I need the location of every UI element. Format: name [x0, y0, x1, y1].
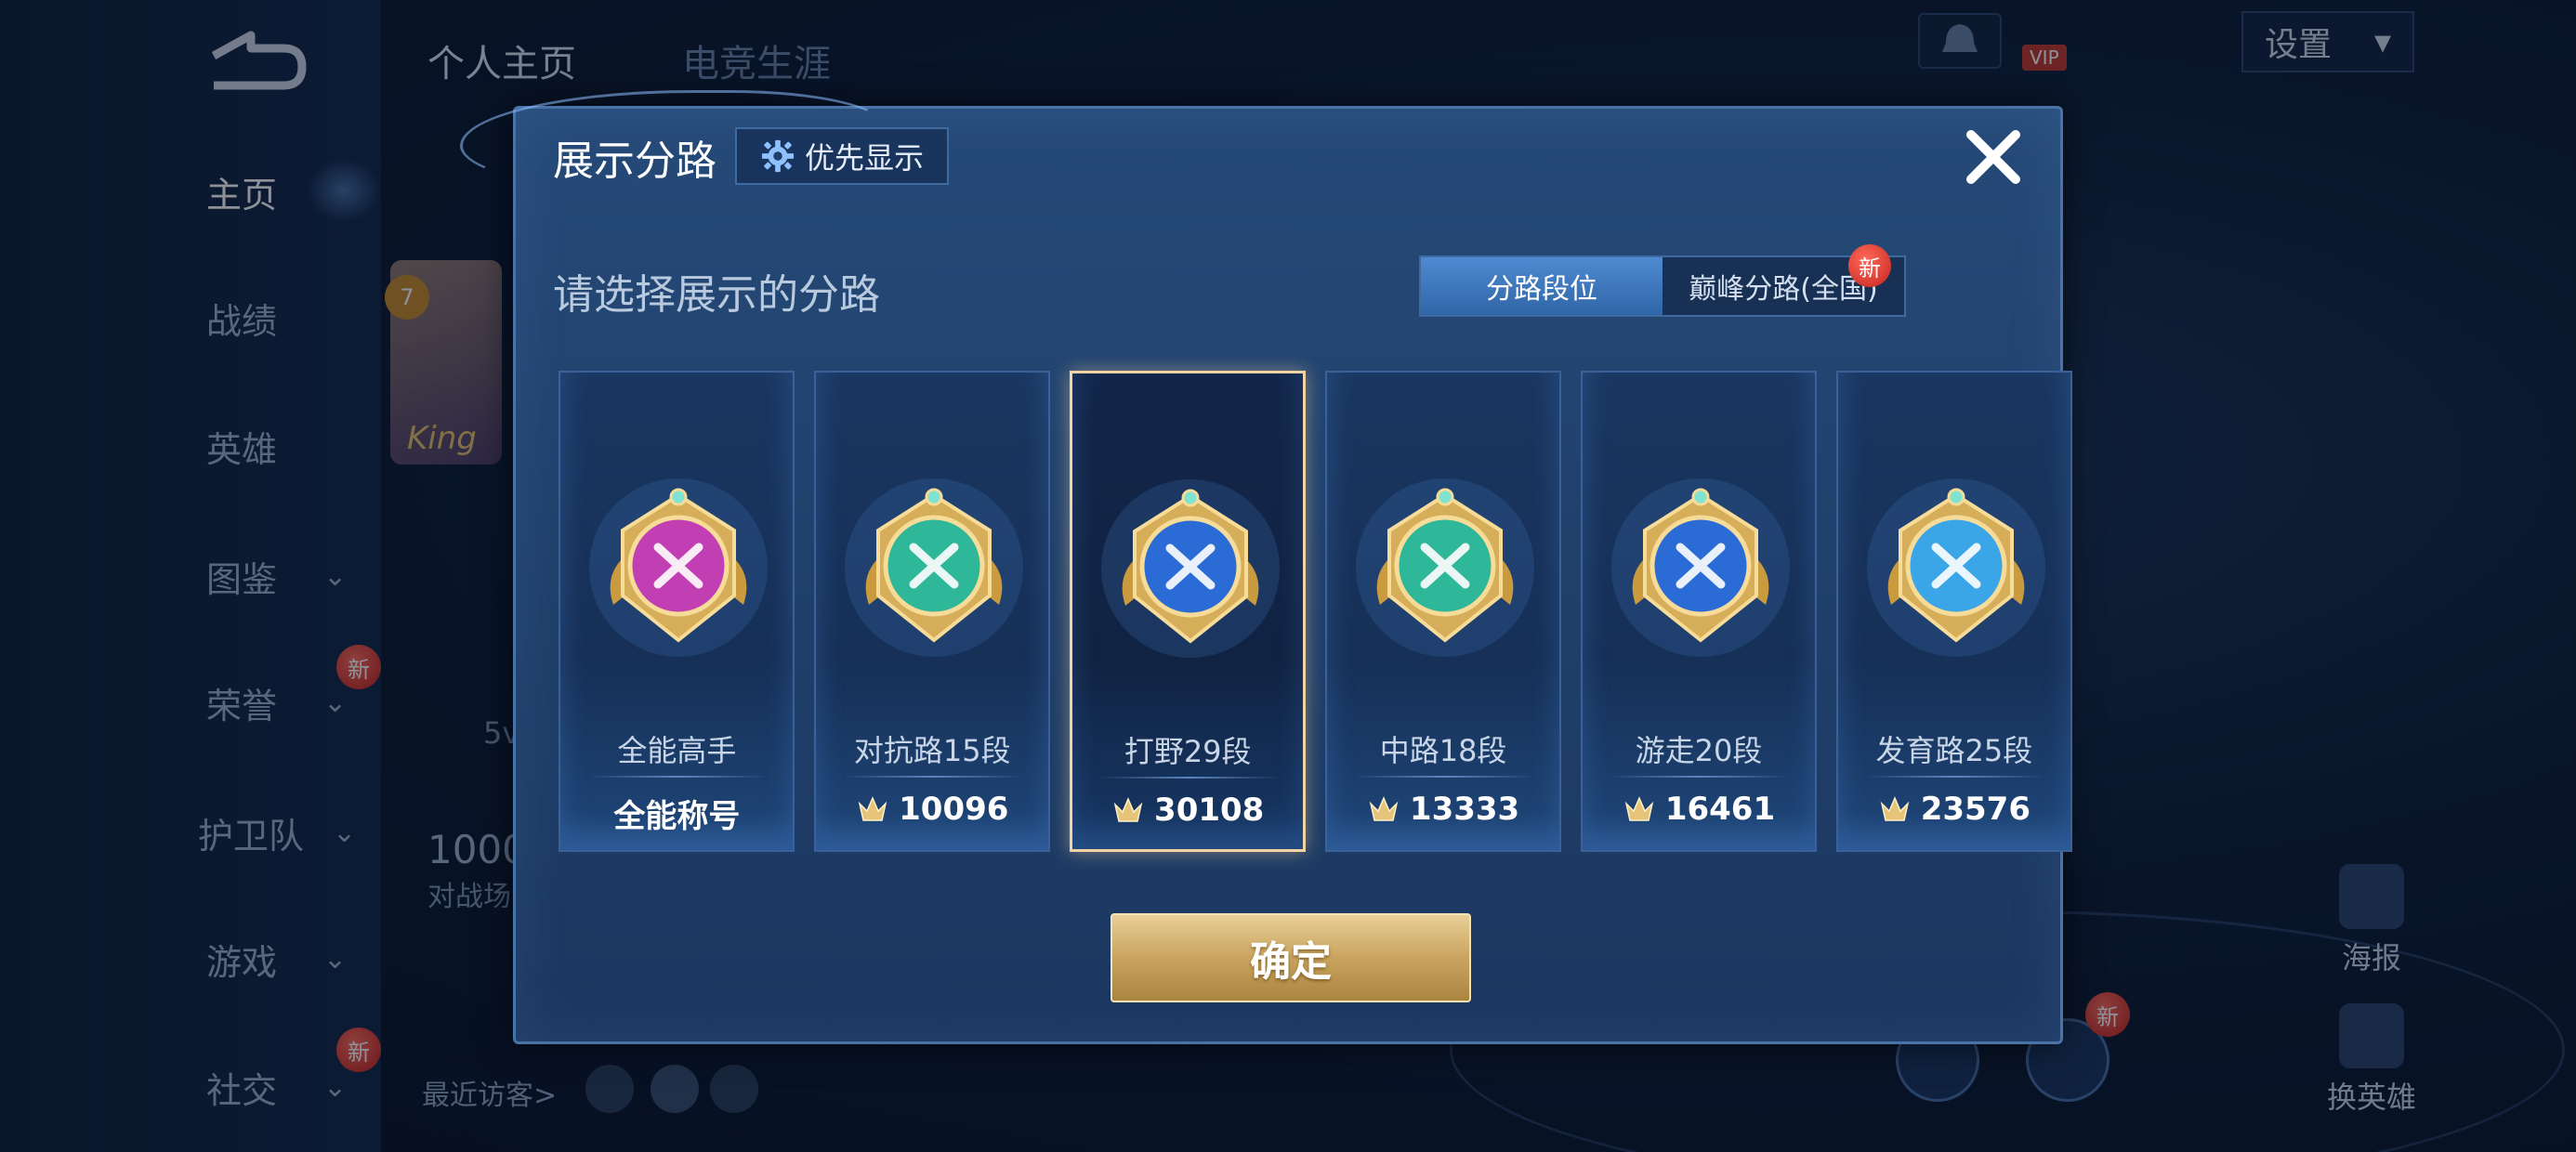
score-crown-icon: [1369, 796, 1399, 821]
divider: [1100, 777, 1280, 779]
lane-score: 23576: [1838, 791, 2070, 828]
rank-emblem-icon: [1356, 478, 1535, 657]
lane-rank-name: 对抗路15段: [853, 733, 1011, 768]
lane-score: 10096: [816, 791, 1048, 828]
lane-score: 30108: [1072, 792, 1303, 829]
rank-emblem-icon: [589, 478, 769, 657]
lane-score-value: 23576: [1920, 791, 2031, 828]
lane-rank-badge: [1097, 476, 1283, 661]
score-crown-icon: [1880, 796, 1909, 821]
lane-score-value: 13333: [1409, 791, 1520, 828]
lane-rank-badge: [1608, 475, 1794, 661]
lane-rank-name: 中路18段: [1379, 733, 1507, 768]
confirm-button[interactable]: 确定: [1111, 913, 1471, 1002]
lane-type-switch: 分路段位 巅峰分路(全国) 新: [1419, 244, 1906, 317]
lane-rank-name: 打野29段: [1124, 734, 1252, 769]
rank-emblem-icon: [1101, 479, 1281, 658]
lane-score: 全能称号: [560, 791, 793, 836]
score-crown-icon: [1624, 796, 1654, 821]
lane-score: 16461: [1583, 791, 1815, 828]
lane-score-value: 全能称号: [613, 798, 741, 835]
lane-rank-badge: [1352, 475, 1538, 661]
priority-display-label: 优先显示: [804, 140, 924, 176]
divider: [1865, 776, 2044, 778]
lane-score-value: 30108: [1154, 792, 1265, 829]
close-button[interactable]: [1956, 120, 2031, 194]
lane-card-mid-lane[interactable]: 中路18段 13333: [1325, 371, 1562, 852]
lane-rank-badge: [1863, 475, 2049, 661]
lane-score: 13333: [1327, 791, 1559, 828]
lane-card-farm-lane[interactable]: 发育路25段 23576: [1835, 371, 2072, 852]
divider: [844, 776, 1023, 778]
divider: [1355, 776, 1534, 778]
divider: [1610, 776, 1789, 778]
lane-rank-name: 全能高手: [617, 733, 737, 768]
priority-display-button[interactable]: 优先显示: [735, 127, 949, 185]
lane-card-clash-lane[interactable]: 对抗路15段 10096: [814, 371, 1051, 852]
modal-title: 展示分路: [553, 137, 716, 185]
lane-rank-name: 发育路25段: [1875, 733, 2033, 768]
select-lane-prompt: 请选择展示的分路: [553, 271, 880, 319]
new-badge: 新: [1848, 244, 1891, 287]
lane-rank-badge: [841, 475, 1027, 661]
close-icon: [1966, 130, 2020, 184]
rank-emblem-icon: [845, 478, 1024, 657]
lane-card-jungle[interactable]: 打野29段 30108: [1070, 371, 1307, 852]
lane-display-modal: 展示分路 优先显示 请选择展示的分路 分路段位 巅峰分路(全国) 新 全能高手 …: [460, 90, 2072, 1044]
gear-icon: [761, 139, 795, 173]
lane-score-value: 10096: [899, 791, 1009, 828]
tab-lane-rank[interactable]: 分路段位: [1421, 257, 1663, 315]
rank-emblem-icon: [1610, 478, 1790, 657]
lane-rank-name: 游走20段: [1635, 733, 1763, 768]
score-crown-icon: [1113, 797, 1143, 822]
lane-card-roam[interactable]: 游走20段 16461: [1580, 371, 1817, 852]
lane-score-value: 16461: [1664, 791, 1776, 828]
rank-emblem-icon: [1866, 478, 2045, 657]
lane-rank-badge: [585, 475, 771, 661]
divider: [588, 776, 768, 778]
lane-card-all-round[interactable]: 全能高手 全能称号: [559, 371, 795, 852]
score-crown-icon: [858, 796, 887, 821]
